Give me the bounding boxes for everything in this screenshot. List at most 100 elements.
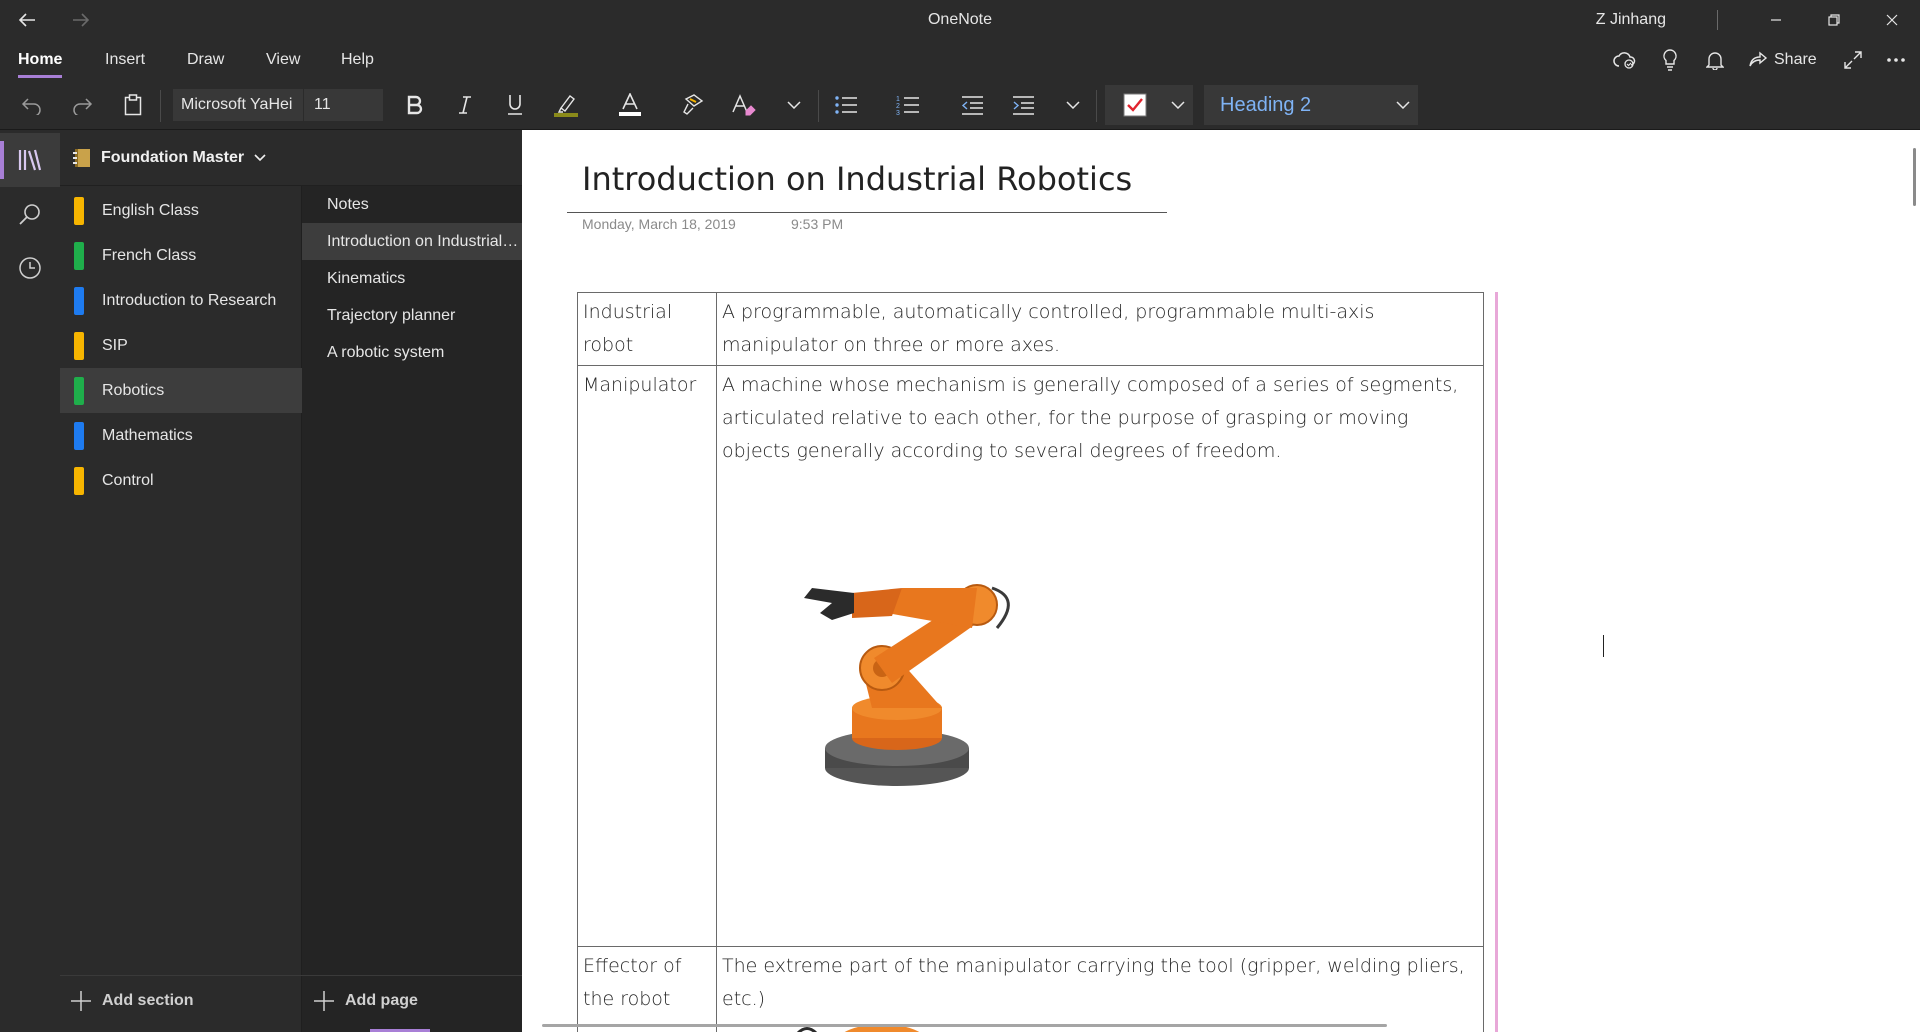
highlight-button[interactable] (546, 80, 586, 130)
font-color-button[interactable] (610, 80, 650, 130)
horizontal-scrollbar[interactable] (542, 1024, 1387, 1027)
definition-cell[interactable]: The extreme part of the manipulator carr… (716, 946, 1484, 1032)
bullets-button[interactable] (826, 80, 866, 130)
definition-cell[interactable]: A machine whose mechanism is generally c… (716, 365, 1484, 947)
add-page-button[interactable]: Add page (313, 976, 418, 1026)
tell-me-button[interactable] (1655, 40, 1685, 80)
robot-arm-image[interactable] (792, 558, 1042, 798)
sync-status-button[interactable] (1610, 40, 1640, 80)
underline-button[interactable] (495, 80, 535, 130)
style-dropdown[interactable] (1388, 80, 1418, 130)
term-cell[interactable]: Manipulator (577, 365, 717, 947)
indent-icon (1013, 96, 1034, 115)
page-item[interactable]: Trajectory planner (302, 297, 522, 334)
section-item[interactable]: English Class (60, 188, 302, 233)
chevron-down-icon (254, 153, 266, 161)
paste-button[interactable] (113, 80, 153, 130)
recent-icon (19, 257, 41, 279)
numbering-icon: 123 (896, 96, 919, 116)
section-item[interactable]: Control (60, 458, 302, 503)
indent-button[interactable] (1003, 80, 1043, 130)
chevron-down-icon (1171, 101, 1185, 109)
term-cell[interactable]: Industrial robot (577, 292, 717, 366)
close-icon (1886, 14, 1897, 26)
section-color-tab (74, 241, 84, 270)
format-painter-button[interactable] (674, 80, 714, 130)
definition-cell[interactable]: A programmable, automatically controlled… (716, 292, 1484, 366)
notebooks-icon (18, 149, 42, 171)
font-size-input[interactable]: 11 (303, 89, 383, 121)
divider (818, 90, 819, 122)
font-name-input[interactable]: Microsoft YaHei (173, 89, 303, 121)
minimize-button[interactable] (1747, 0, 1804, 40)
close-button[interactable] (1863, 0, 1920, 40)
more-formatting-dropdown[interactable] (779, 80, 809, 130)
user-name[interactable]: Z Jinhang (1596, 0, 1666, 40)
page-item[interactable]: Notes (302, 186, 522, 223)
forward-button[interactable] (54, 0, 108, 40)
plus-icon (71, 991, 91, 1011)
section-item[interactable]: French Class (60, 233, 302, 278)
more-options-button[interactable] (1880, 40, 1912, 80)
section-item[interactable]: Introduction to Research (60, 278, 302, 323)
minimize-icon (1770, 19, 1781, 21)
bold-button[interactable] (395, 80, 435, 130)
section-item[interactable]: Robotics (60, 368, 302, 413)
page-title[interactable]: Introduction on Industrial Robotics (582, 160, 1132, 198)
todo-tag-button[interactable] (1117, 80, 1153, 130)
search-button[interactable] (0, 187, 60, 241)
tab-insert[interactable]: Insert (105, 40, 145, 80)
page-item[interactable]: Introduction on Industrial Robotics (302, 223, 522, 260)
divider (160, 90, 161, 122)
section-item[interactable]: SIP (60, 323, 302, 368)
tab-view[interactable]: View (266, 40, 300, 80)
page-time: 9:53 PM (791, 216, 844, 232)
italic-button[interactable] (445, 80, 485, 130)
tag-dropdown[interactable] (1163, 80, 1193, 130)
restore-icon (1827, 14, 1840, 26)
plus-icon (314, 991, 334, 1011)
section-label: Introduction to Research (102, 291, 277, 309)
tab-home[interactable]: Home (18, 40, 63, 80)
recent-notes-button[interactable] (0, 241, 60, 295)
numbering-button[interactable]: 123 (888, 80, 928, 130)
font-color-icon (619, 93, 641, 116)
text-cursor (1603, 635, 1604, 657)
section-color-tab (74, 286, 84, 315)
tab-draw[interactable]: Draw (187, 40, 224, 80)
restore-button[interactable] (1805, 0, 1862, 40)
ribbon-toolbar: Microsoft YaHei 11 123 Heading 2 (0, 80, 1920, 130)
notebooks-button[interactable] (0, 133, 60, 187)
term-cell[interactable]: Effector of the robot (577, 946, 717, 1032)
fullscreen-button[interactable] (1838, 40, 1868, 80)
pages-pane: NotesIntroduction on Industrial Robotics… (302, 186, 522, 1032)
definitions-table[interactable]: Industrial robot A programmable, automat… (577, 292, 1484, 1032)
outdent-button[interactable] (952, 80, 992, 130)
add-section-button[interactable]: Add section (70, 976, 194, 1026)
page-item[interactable]: A robotic system (302, 334, 522, 371)
section-item[interactable]: Mathematics (60, 413, 302, 458)
notebook-picker[interactable]: Foundation Master (60, 130, 582, 186)
section-color-tab (74, 196, 84, 225)
page-canvas[interactable]: Introduction on Industrial Robotics Mond… (522, 130, 1920, 1032)
table-row: Effector of the robot The extreme part o… (577, 946, 1484, 1032)
share-button[interactable]: Share (1748, 40, 1817, 80)
back-button[interactable] (0, 0, 54, 40)
svg-text:3: 3 (896, 110, 900, 116)
section-label: Control (102, 471, 154, 489)
style-label: Heading 2 (1220, 94, 1312, 116)
notifications-button[interactable] (1700, 40, 1730, 80)
title-bar: OneNote Z Jinhang (0, 0, 1920, 40)
undo-button[interactable] (12, 80, 52, 130)
section-label: SIP (102, 336, 128, 354)
fullscreen-icon (1844, 51, 1862, 69)
more-paragraph-dropdown[interactable] (1058, 80, 1088, 130)
style-selector[interactable]: Heading 2 (1204, 85, 1418, 125)
title-underline (567, 212, 1167, 213)
redo-button[interactable] (62, 80, 102, 130)
tab-help[interactable]: Help (341, 40, 374, 80)
clear-formatting-button[interactable] (724, 80, 764, 130)
section-color-tab (74, 331, 84, 360)
page-item[interactable]: Kinematics (302, 260, 522, 297)
vertical-scrollbar[interactable] (1913, 148, 1916, 206)
